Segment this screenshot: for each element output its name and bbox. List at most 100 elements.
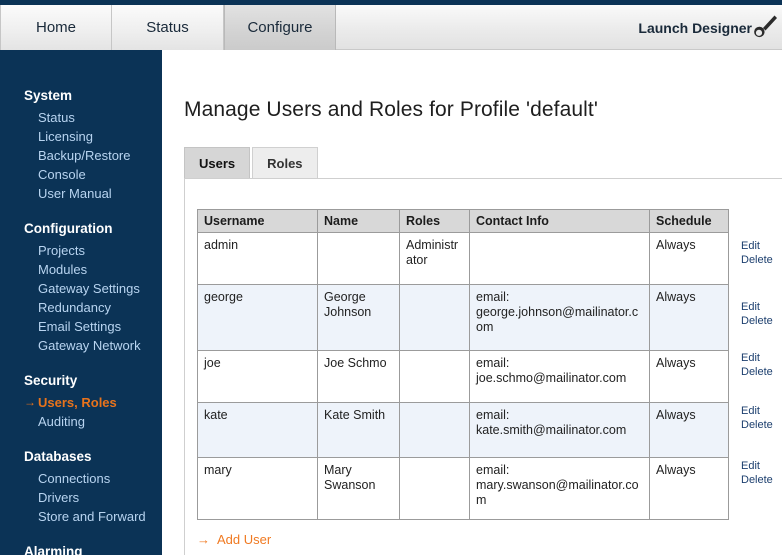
cell-name — [317, 232, 400, 285]
sidebar-group-databases: Databases Connections Drivers Store and … — [0, 447, 162, 526]
arrow-right-icon: → — [197, 531, 210, 547]
sidebar-item-licensing[interactable]: Licensing — [0, 127, 162, 146]
row-actions: Edit Delete — [741, 300, 773, 328]
tab-panel-users: Username Name Roles Contact Info Schedul… — [184, 178, 782, 555]
nav-tab-home-label: Home — [35, 19, 76, 36]
sidebar-group-system: System Status Licensing Backup/Restore C… — [0, 86, 162, 203]
cell-username: joe — [197, 350, 318, 403]
cell-schedule: Always — [649, 350, 729, 403]
cell-schedule: Always — [649, 402, 729, 458]
cell-schedule: Always — [649, 232, 729, 285]
content-tabs: Users Roles — [162, 147, 782, 178]
cell-roles: Administrator — [399, 232, 470, 285]
add-user-label: Add User — [217, 532, 272, 547]
delete-link[interactable]: Delete — [741, 418, 773, 432]
cell-contact: email: mary.swanson@mailinator.com — [469, 457, 650, 520]
delete-link[interactable]: Delete — [741, 253, 773, 267]
row-actions: Edit Delete — [741, 404, 773, 432]
tab-users-label: Users — [199, 156, 236, 171]
edit-link[interactable]: Edit — [741, 459, 773, 473]
sidebar-group-security: Security → Users, Roles Auditing — [0, 371, 162, 431]
delete-link[interactable]: Delete — [741, 473, 773, 487]
sidebar-item-backup-restore[interactable]: Backup/Restore — [0, 146, 162, 165]
column-header-roles[interactable]: Roles — [399, 209, 470, 233]
cell-name: Kate Smith — [317, 402, 400, 458]
sidebar-item-users-roles-label: Users, Roles — [38, 395, 117, 410]
column-header-schedule[interactable]: Schedule — [649, 209, 729, 233]
sidebar-group-title-system: System — [24, 88, 73, 103]
tab-roles[interactable]: Roles — [252, 147, 318, 178]
sidebar-item-drivers[interactable]: Drivers — [0, 488, 162, 507]
table-row: kate Kate Smith email: kate.smith@mailin… — [197, 402, 729, 458]
cell-contact: email: kate.smith@mailinator.com — [469, 402, 650, 458]
cell-schedule: Always — [649, 284, 729, 351]
table-row: mary Mary Swanson email: mary.swanson@ma… — [197, 457, 729, 520]
delete-link[interactable]: Delete — [741, 314, 773, 328]
sidebar-item-store-and-forward[interactable]: Store and Forward — [0, 507, 162, 526]
sidebar-item-users-roles[interactable]: → Users, Roles — [0, 393, 162, 412]
sidebar-item-gateway-network[interactable]: Gateway Network — [0, 336, 162, 355]
cell-name: Joe Schmo — [317, 350, 400, 403]
cell-contact: email: joe.schmo@mailinator.com — [469, 350, 650, 403]
cell-schedule: Always — [649, 457, 729, 520]
tab-users[interactable]: Users — [184, 147, 251, 178]
users-table-wrap: Username Name Roles Contact Info Schedul… — [197, 209, 782, 520]
nav-tab-status[interactable]: Status — [112, 5, 224, 50]
main-content: Manage Users and Roles for Profile 'defa… — [162, 50, 782, 555]
cell-name: Mary Swanson — [317, 457, 400, 520]
sidebar-group-title-configuration: Configuration — [24, 221, 113, 236]
sidebar-item-auditing[interactable]: Auditing — [0, 412, 162, 431]
table-row: admin Administrator Always — [197, 232, 729, 285]
sidebar-item-gateway-settings[interactable]: Gateway Settings — [0, 279, 162, 298]
cell-username: george — [197, 284, 318, 351]
sidebar-item-projects[interactable]: Projects — [0, 241, 162, 260]
sidebar-item-status[interactable]: Status — [0, 108, 162, 127]
row-actions: Edit Delete — [741, 239, 773, 267]
launch-designer-button[interactable]: Launch Designer — [638, 5, 752, 50]
row-actions: Edit Delete — [741, 351, 773, 379]
wrench-icon[interactable] — [754, 12, 780, 42]
sidebar-item-connections[interactable]: Connections — [0, 469, 162, 488]
column-header-contact-info[interactable]: Contact Info — [469, 209, 650, 233]
users-table: Username Name Roles Contact Info Schedul… — [197, 209, 729, 520]
nav-tab-home[interactable]: Home — [0, 5, 112, 50]
sidebar-group-title-alarming: Alarming — [24, 544, 83, 555]
add-user-button[interactable]: → Add User — [197, 532, 782, 547]
cell-roles — [399, 402, 470, 458]
column-header-name[interactable]: Name — [317, 209, 400, 233]
edit-link[interactable]: Edit — [741, 351, 773, 365]
cell-contact — [469, 232, 650, 285]
sidebar-group-title-security: Security — [24, 373, 78, 388]
cell-contact: email: george.johnson@mailinator.com — [469, 284, 650, 351]
cell-roles — [399, 457, 470, 520]
cell-roles — [399, 350, 470, 403]
launch-designer-label: Launch Designer — [638, 19, 752, 36]
sidebar-item-redundancy[interactable]: Redundancy — [0, 298, 162, 317]
arrow-right-icon: → — [24, 395, 36, 409]
cell-username: mary — [197, 457, 318, 520]
edit-link[interactable]: Edit — [741, 404, 773, 418]
sidebar-item-email-settings[interactable]: Email Settings — [0, 317, 162, 336]
table-row: george George Johnson email: george.john… — [197, 284, 729, 351]
cell-name: George Johnson — [317, 284, 400, 351]
page-title: Manage Users and Roles for Profile 'defa… — [184, 98, 598, 121]
sidebar-group-configuration: Configuration Projects Modules Gateway S… — [0, 219, 162, 355]
sidebar-item-user-manual[interactable]: User Manual — [0, 184, 162, 203]
tab-roles-label: Roles — [267, 156, 303, 171]
app-window: Home Status Configure Launch Designer Sy… — [0, 0, 782, 555]
top-nav-tabs: Home Status Configure — [0, 5, 336, 50]
sidebar-item-console[interactable]: Console — [0, 165, 162, 184]
cell-username: kate — [197, 402, 318, 458]
delete-link[interactable]: Delete — [741, 365, 773, 379]
sidebar-group-title-databases: Databases — [24, 449, 92, 464]
cell-roles — [399, 284, 470, 351]
column-header-username[interactable]: Username — [197, 209, 318, 233]
edit-link[interactable]: Edit — [741, 300, 773, 314]
nav-tab-status-label: Status — [146, 19, 189, 36]
table-header-row: Username Name Roles Contact Info Schedul… — [197, 209, 729, 233]
sidebar: System Status Licensing Backup/Restore C… — [0, 50, 162, 555]
sidebar-item-modules[interactable]: Modules — [0, 260, 162, 279]
nav-tab-configure[interactable]: Configure — [224, 5, 336, 50]
edit-link[interactable]: Edit — [741, 239, 773, 253]
sidebar-group-alarming: Alarming General Journal, Notification — [0, 542, 162, 555]
